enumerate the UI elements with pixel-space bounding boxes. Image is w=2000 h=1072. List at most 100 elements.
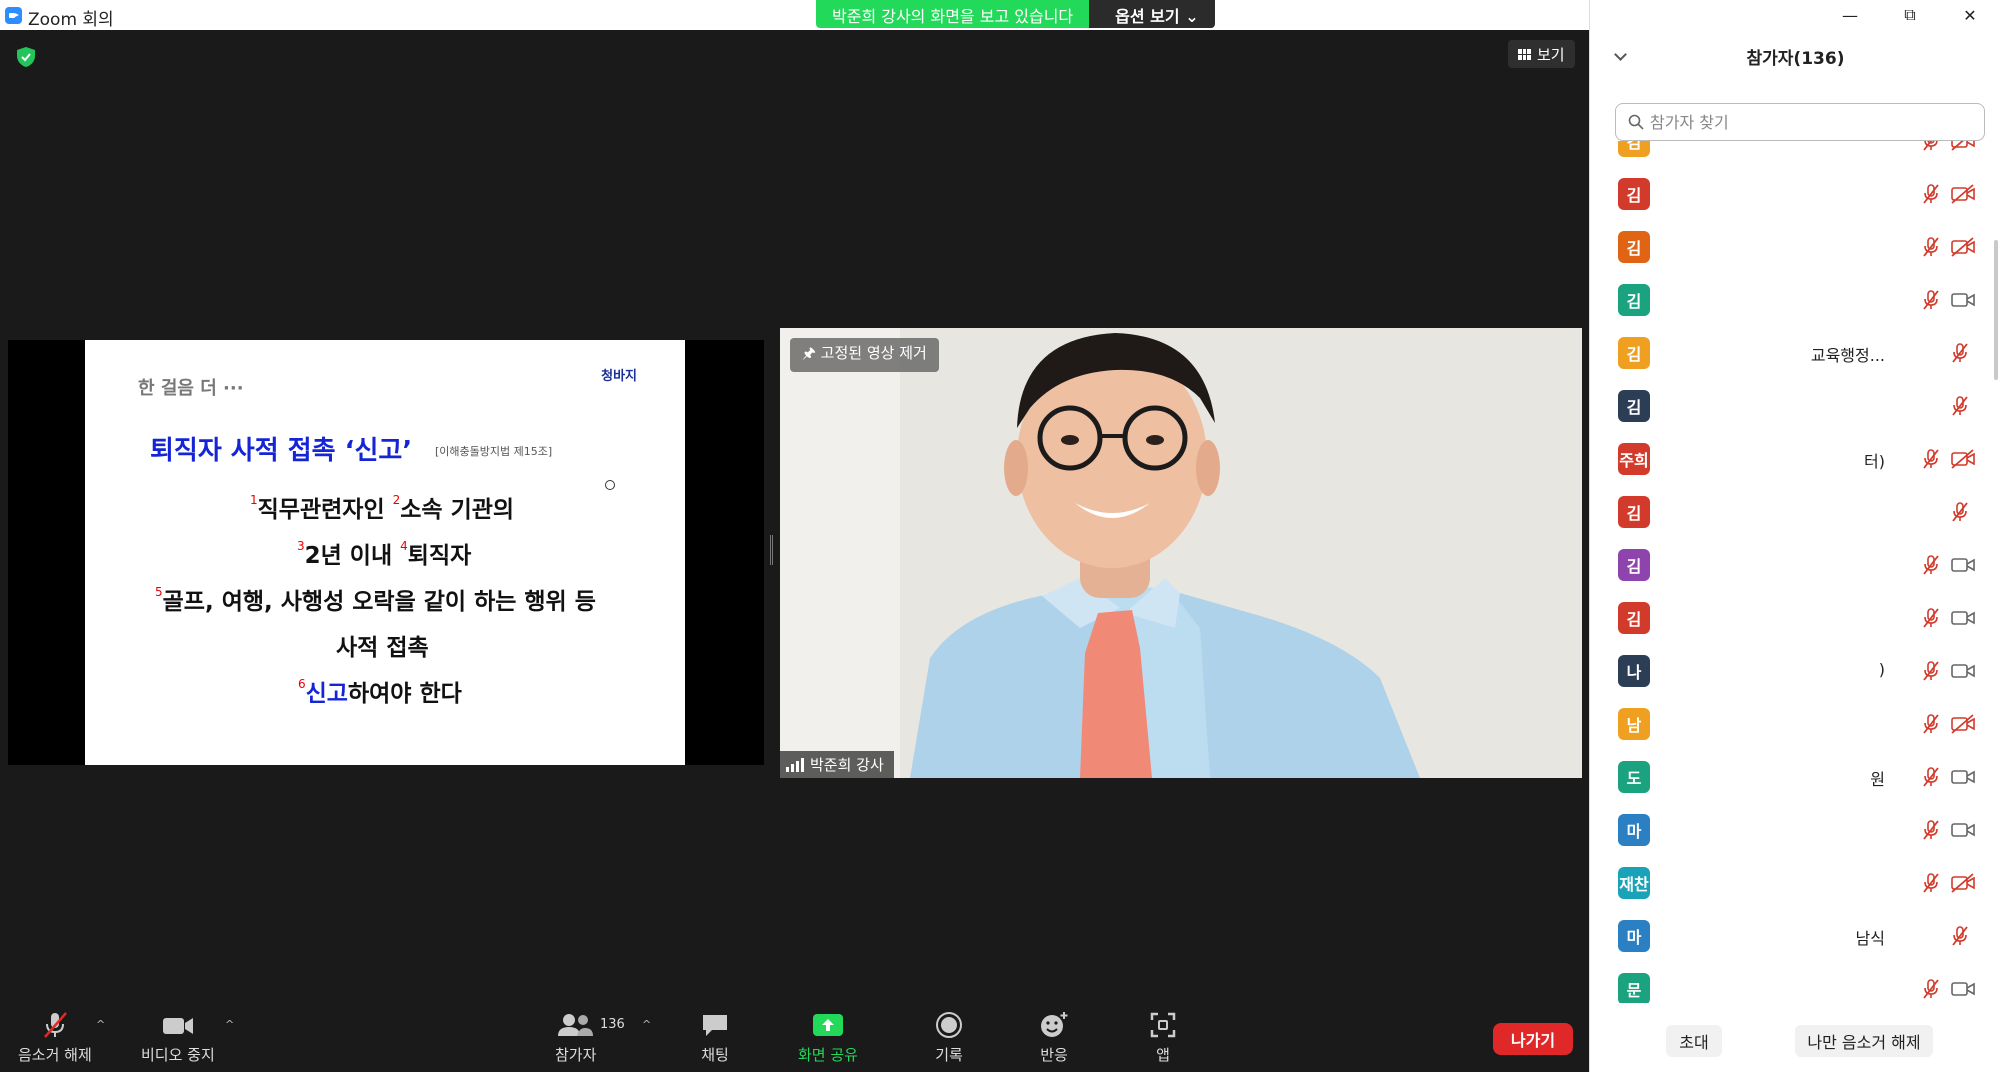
- muted-mic-icon[interactable]: [1921, 289, 1941, 311]
- video-camera-icon: [162, 1018, 193, 1034]
- muted-mic-icon[interactable]: [1921, 978, 1941, 1000]
- muted-mic-icon[interactable]: [1950, 501, 1970, 523]
- video-camera-icon[interactable]: [1950, 767, 1976, 787]
- muted-mic-icon[interactable]: [1921, 607, 1941, 629]
- participant-row[interactable]: 김: [1590, 379, 1990, 432]
- participant-row[interactable]: 마: [1590, 803, 1990, 856]
- participant-list-scrollbar[interactable]: [1994, 240, 1998, 380]
- share-screen-label: 화면 공유: [798, 1046, 858, 1064]
- video-camera-icon[interactable]: [1950, 290, 1976, 310]
- invite-button[interactable]: 초대: [1666, 1025, 1722, 1057]
- video-camera-icon[interactable]: [1950, 608, 1976, 628]
- muted-mic-icon[interactable]: [1921, 141, 1941, 152]
- muted-mic-icon: [43, 1012, 67, 1038]
- participant-row[interactable]: 김: [1590, 538, 1990, 591]
- participant-row[interactable]: 재찬: [1590, 856, 1990, 909]
- participant-avatar: 문: [1618, 973, 1650, 1003]
- stop-video-button[interactable]: 비디오 중지: [141, 1010, 215, 1065]
- view-options-button[interactable]: 옵션 보기 ⌄: [1089, 0, 1215, 28]
- meeting-toolbar: 음소거 해제 ^ 비디오 중지 ^ 참가자 136 ^ 채팅 화면 공유 기록 …: [0, 1000, 1589, 1072]
- participant-row[interactable]: 김: [1590, 591, 1990, 644]
- unmute-button[interactable]: 음소거 해제: [18, 1010, 92, 1065]
- participant-row[interactable]: 김: [1590, 167, 1990, 220]
- viewing-status-text: 박준희 강사의 화면을 보고 있습니다: [816, 0, 1090, 28]
- muted-mic-icon[interactable]: [1950, 395, 1970, 417]
- search-icon: [1628, 114, 1644, 130]
- participant-search-input[interactable]: [1650, 112, 1970, 132]
- participant-name: 원: [1870, 770, 1885, 789]
- leave-meeting-button[interactable]: 나가기: [1493, 1023, 1573, 1055]
- reactions-button[interactable]: 반응: [1038, 1010, 1070, 1065]
- unpin-video-label: 고정된 영상 제거: [820, 344, 927, 362]
- view-layout-button[interactable]: 보기: [1508, 40, 1575, 68]
- muted-mic-icon[interactable]: [1921, 713, 1941, 735]
- restore-icon[interactable]: ⧉: [1880, 0, 1940, 30]
- participants-button[interactable]: 참가자: [555, 1010, 596, 1065]
- participant-row[interactable]: 김: [1590, 485, 1990, 538]
- record-button[interactable]: 기록: [934, 1010, 964, 1065]
- muted-mic-icon[interactable]: [1921, 236, 1941, 258]
- participant-row[interactable]: 주희 터): [1590, 432, 1990, 485]
- participant-avatar: 김: [1618, 337, 1650, 369]
- participant-avatar: 재찬: [1618, 867, 1650, 899]
- record-icon: [936, 1012, 962, 1038]
- minimize-icon[interactable]: —: [1820, 0, 1880, 30]
- apps-button[interactable]: 앱: [1148, 1010, 1178, 1065]
- slide-title: 퇴직자 사적 접촉 ‘신고’: [150, 436, 413, 466]
- unmute-me-button[interactable]: 나만 음소거 해제: [1795, 1025, 1933, 1057]
- participant-row[interactable]: 도원: [1590, 750, 1990, 803]
- video-camera-icon[interactable]: [1950, 555, 1976, 575]
- stop-video-label: 비디오 중지: [141, 1046, 215, 1064]
- participant-row[interactable]: 마 남식: [1590, 909, 1990, 962]
- participant-name: 남식: [1855, 929, 1885, 948]
- video-off-icon[interactable]: [1950, 237, 1976, 257]
- muted-mic-icon[interactable]: [1921, 819, 1941, 841]
- muted-mic-icon[interactable]: [1921, 872, 1941, 894]
- window-controls: — ⧉ ✕: [1820, 0, 2000, 30]
- participant-row[interactable]: 문: [1590, 962, 1990, 1003]
- view-layout-label: 보기: [1537, 45, 1565, 64]
- participant-avatar: 도: [1618, 761, 1650, 793]
- security-shield-icon[interactable]: [17, 47, 35, 67]
- participant-row[interactable]: 남: [1590, 697, 1990, 750]
- participant-search-field[interactable]: [1615, 103, 1985, 141]
- video-off-icon[interactable]: [1950, 714, 1976, 734]
- muted-mic-icon[interactable]: [1950, 342, 1970, 364]
- unpin-video-button[interactable]: 🖈 고정된 영상 제거: [790, 338, 939, 372]
- participants-options-caret-icon[interactable]: ^: [642, 1018, 651, 1031]
- chat-button[interactable]: 채팅: [700, 1010, 730, 1065]
- muted-mic-icon[interactable]: [1921, 448, 1941, 470]
- slide-line-1: 1직무관련자인 2소속 기관의: [250, 490, 514, 524]
- video-camera-icon[interactable]: [1950, 820, 1976, 840]
- muted-mic-icon[interactable]: [1950, 925, 1970, 947]
- participant-row[interactable]: 김: [1590, 141, 1990, 167]
- participant-name: 터): [1864, 452, 1885, 471]
- video-camera-icon[interactable]: [1950, 979, 1976, 999]
- close-icon[interactable]: ✕: [1940, 0, 2000, 30]
- participant-row[interactable]: 김: [1590, 273, 1990, 326]
- window-title: Zoom 회의: [28, 10, 114, 30]
- split-view-handle[interactable]: [770, 535, 773, 565]
- video-off-icon[interactable]: [1950, 141, 1976, 151]
- record-label: 기록: [935, 1046, 963, 1064]
- muted-mic-icon[interactable]: [1921, 660, 1941, 682]
- participants-panel: — ⧉ ✕ 참가자(136) 김김김김김교육행정...김주희터)김김김나)남도원…: [1589, 0, 2000, 1072]
- participant-row[interactable]: 김: [1590, 220, 1990, 273]
- video-options-caret-icon[interactable]: ^: [225, 1018, 234, 1031]
- slide-marker: 1: [250, 493, 258, 507]
- audio-options-caret-icon[interactable]: ^: [96, 1018, 105, 1031]
- participant-avatar: 김: [1618, 231, 1650, 263]
- muted-mic-icon[interactable]: [1921, 183, 1941, 205]
- view-options-label: 옵션 보기: [1115, 7, 1180, 26]
- video-off-icon[interactable]: [1950, 184, 1976, 204]
- video-off-icon[interactable]: [1950, 873, 1976, 893]
- share-screen-button[interactable]: 화면 공유: [798, 1010, 858, 1065]
- video-camera-icon[interactable]: [1950, 661, 1976, 681]
- participant-row[interactable]: 김 교육행정...: [1590, 326, 1990, 379]
- muted-mic-icon[interactable]: [1921, 554, 1941, 576]
- muted-mic-icon[interactable]: [1921, 766, 1941, 788]
- video-off-icon[interactable]: [1950, 449, 1976, 469]
- slide-text: 소속 기관의: [400, 497, 515, 523]
- participant-row[interactable]: 나): [1590, 644, 1990, 697]
- zoom-app-icon: [5, 7, 22, 24]
